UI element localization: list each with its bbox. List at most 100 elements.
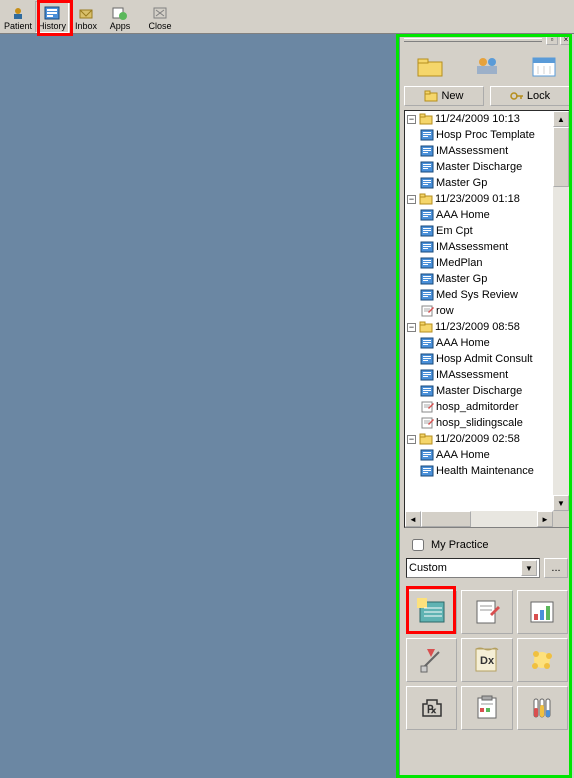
scroll-left-button[interactable]: ◄ [405, 511, 421, 527]
history-button[interactable]: History [35, 1, 69, 33]
filter-combo[interactable]: Custom ▼ [406, 558, 540, 578]
titlebar-grip[interactable] [404, 38, 542, 42]
history-panel: ▫ × New [400, 34, 574, 778]
folder-icon [419, 321, 433, 333]
tree-item[interactable]: IMAssessment [407, 143, 553, 159]
tree-item-label: IMedPlan [436, 257, 482, 269]
note-icon [420, 401, 434, 413]
tree-folder[interactable]: −11/23/2009 08:58 [407, 319, 553, 335]
tree-item[interactable]: IMedPlan [407, 255, 553, 271]
tree-item[interactable]: Master Discharge [407, 159, 553, 175]
action-allergy[interactable] [517, 638, 568, 682]
tree-expander[interactable]: − [407, 435, 416, 444]
panel-restore-button[interactable]: ▫ [546, 35, 558, 45]
tab-people[interactable] [473, 52, 501, 80]
patient-icon [9, 5, 27, 21]
document-icon [420, 369, 434, 381]
tree-folder-label: 11/24/2009 10:13 [435, 113, 520, 125]
action-injection[interactable] [406, 638, 457, 682]
panel-buttons: New Lock [400, 84, 574, 108]
my-practice-checkbox[interactable] [412, 539, 424, 551]
apps-icon [111, 5, 129, 21]
hscroll-thumb[interactable] [421, 511, 471, 527]
tree-item-label: Health Maintenance [436, 465, 534, 477]
vscroll-track[interactable] [553, 127, 569, 495]
document-icon [420, 257, 434, 269]
tree-expander[interactable]: − [407, 195, 416, 204]
action-rx[interactable]: Dx [461, 638, 512, 682]
tree-item[interactable]: Master Discharge [407, 383, 553, 399]
patient-button[interactable]: Patient [1, 1, 35, 33]
tree-item[interactable]: AAA Home [407, 207, 553, 223]
inbox-icon [77, 5, 95, 21]
action-notes[interactable] [406, 590, 457, 634]
tree-item-label: Master Discharge [436, 385, 522, 397]
tree-item-label: Hosp Proc Template [436, 129, 535, 141]
close-button[interactable]: Close [143, 1, 177, 33]
new-button[interactable]: New [404, 86, 484, 106]
action-document[interactable] [461, 590, 512, 634]
apps-label: Apps [110, 21, 131, 31]
action-lab[interactable] [517, 686, 568, 730]
tree-item[interactable]: row [407, 303, 553, 319]
my-practice-label: My Practice [431, 539, 488, 551]
key-icon [510, 90, 524, 102]
document-icon [420, 241, 434, 253]
hscroll-track[interactable] [421, 511, 537, 527]
tree-expander[interactable]: − [407, 115, 416, 124]
tree-item[interactable]: AAA Home [407, 335, 553, 351]
document-icon [420, 465, 434, 477]
action-pharmacy[interactable]: ℞ [406, 686, 457, 730]
document-icon [420, 177, 434, 189]
patient-label: Patient [4, 21, 32, 31]
tree-item[interactable]: IMAssessment [407, 367, 553, 383]
panel-close-button[interactable]: × [560, 35, 572, 45]
tree-item[interactable]: IMAssessment [407, 239, 553, 255]
inbox-button[interactable]: Inbox [69, 1, 103, 33]
tree-item[interactable]: hosp_admitorder [407, 399, 553, 415]
lock-button[interactable]: Lock [490, 86, 570, 106]
chevron-down-icon[interactable]: ▼ [521, 560, 537, 576]
vscroll-thumb[interactable] [553, 127, 569, 187]
tree-item[interactable]: Health Maintenance [407, 463, 553, 479]
folder-icon [419, 113, 433, 125]
tree-item[interactable]: AAA Home [407, 447, 553, 463]
tree-item[interactable]: Master Gp [407, 175, 553, 191]
tree-item-label: Hosp Admit Consult [436, 353, 533, 365]
tab-folder[interactable] [416, 52, 444, 80]
history-tree: − 11/24/2009 10:13 Hosp Proc Template IMAss… [404, 110, 570, 528]
tree-item[interactable]: Hosp Admit Consult [407, 351, 553, 367]
action-clipboard[interactable] [461, 686, 512, 730]
tree-item-label: Em Cpt [436, 225, 473, 237]
scroll-down-button[interactable]: ▼ [553, 495, 569, 511]
tree-item[interactable]: Master Gp [407, 271, 553, 287]
tree-hscrollbar[interactable]: ◄ ► [405, 511, 553, 527]
tree-item-label: Master Gp [436, 273, 487, 285]
tab-calendar[interactable] [530, 52, 558, 80]
tree-item[interactable]: Med Sys Review [407, 287, 553, 303]
apps-button[interactable]: Apps [103, 1, 137, 33]
tree-folder[interactable]: − 11/24/2009 10:13 [407, 111, 553, 127]
document-icon [420, 449, 434, 461]
tree-item[interactable]: Em Cpt [407, 223, 553, 239]
inbox-label: Inbox [75, 21, 97, 31]
tree-item[interactable]: Hosp Proc Template [407, 127, 553, 143]
tree-vscrollbar[interactable]: ▲ ▼ [553, 111, 569, 511]
scroll-up-button[interactable]: ▲ [553, 111, 569, 127]
filter-options-button[interactable]: ... [544, 558, 568, 578]
tree-expander[interactable]: − [407, 323, 416, 332]
ellipsis-label: ... [551, 562, 560, 574]
tree-item-label: AAA Home [436, 449, 490, 461]
tree-folder-label: 11/20/2009 02:58 [435, 433, 520, 445]
tree-root[interactable]: − 11/24/2009 10:13 Hosp Proc Template IMAss… [405, 111, 553, 479]
scroll-right-button[interactable]: ► [537, 511, 553, 527]
action-chart[interactable] [517, 590, 568, 634]
history-icon [43, 5, 61, 21]
tree-folder-label: 11/23/2009 01:18 [435, 193, 520, 205]
tree-folder[interactable]: − 11/20/2009 02:58 [407, 431, 553, 447]
document-icon [420, 289, 434, 301]
filter-row: Custom ▼ ... [400, 556, 574, 582]
tree-folder[interactable]: − 11/23/2009 01:18 [407, 191, 553, 207]
tree-item[interactable]: hosp_slidingscale [407, 415, 553, 431]
panel-tabs [400, 46, 574, 84]
